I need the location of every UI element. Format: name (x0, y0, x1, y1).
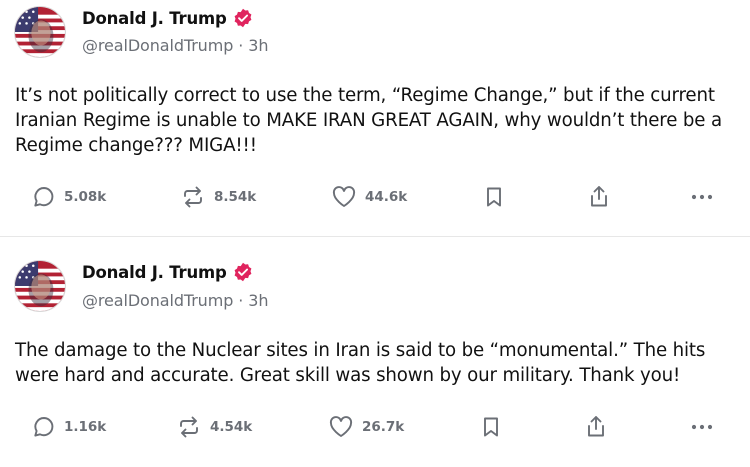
repost-icon (180, 416, 198, 438)
more-icon (691, 194, 713, 200)
post-time[interactable]: 3h (248, 36, 268, 55)
repost-button[interactable]: 4.54k (176, 413, 252, 441)
post-time[interactable]: 3h (248, 291, 268, 310)
avatar[interactable] (14, 6, 66, 58)
post-actions: 5.08k 8.54k 44.6k (0, 183, 750, 211)
like-button[interactable]: 44.6k (331, 183, 407, 211)
share-icon (588, 416, 604, 437)
reply-icon (34, 417, 54, 437)
bookmark-button[interactable] (481, 413, 501, 441)
post-text: The damage to the Nuclear sites in Iran … (15, 340, 706, 386)
repost-count: 4.54k (210, 419, 253, 435)
post-card[interactable]: Donald J. Trump @realDonaldTrump · 3h It… (0, 0, 750, 236)
author-handle[interactable]: @realDonaldTrump (82, 291, 233, 310)
more-options-button[interactable] (690, 183, 714, 211)
reply-count: 1.16k (64, 419, 107, 435)
like-count: 26.7k (362, 419, 405, 435)
avatar-image (15, 261, 65, 311)
bookmark-icon (487, 187, 501, 207)
more-icon (691, 424, 713, 430)
verified-badge-icon (233, 8, 253, 28)
post-text: It’s not politically correct to use the … (15, 85, 722, 156)
like-icon (329, 416, 353, 437)
like-count: 44.6k (365, 189, 408, 205)
meta-separator: · (238, 291, 244, 310)
more-options-button[interactable] (690, 413, 714, 441)
author-handle[interactable]: @realDonaldTrump (82, 36, 233, 55)
share-button[interactable] (584, 413, 608, 441)
author-meta: @realDonaldTrump · 3h (82, 291, 268, 310)
reply-button[interactable]: 5.08k (32, 183, 106, 211)
post-card[interactable]: Donald J. Trump @realDonaldTrump · 3h Th… (0, 237, 750, 467)
share-button[interactable] (587, 183, 611, 211)
reply-icon (34, 187, 54, 207)
display-name[interactable]: Donald J. Trump (82, 9, 227, 28)
like-icon (332, 186, 356, 207)
display-name[interactable]: Donald J. Trump (82, 263, 227, 282)
meta-separator: · (238, 36, 244, 55)
verified-badge-icon (233, 262, 253, 282)
reply-button[interactable]: 1.16k (32, 413, 106, 441)
repost-icon (184, 186, 202, 208)
avatar-image (15, 7, 65, 57)
post-actions: 1.16k 4.54k 26.7k (0, 413, 750, 441)
bookmark-icon (484, 417, 498, 437)
avatar[interactable] (14, 260, 66, 312)
reply-count: 5.08k (64, 189, 107, 205)
bookmark-button[interactable] (484, 183, 504, 211)
repost-button[interactable]: 8.54k (180, 183, 256, 211)
repost-count: 8.54k (214, 189, 257, 205)
share-icon (591, 186, 607, 207)
author-meta: @realDonaldTrump · 3h (82, 36, 268, 55)
like-button[interactable]: 26.7k (328, 413, 404, 441)
